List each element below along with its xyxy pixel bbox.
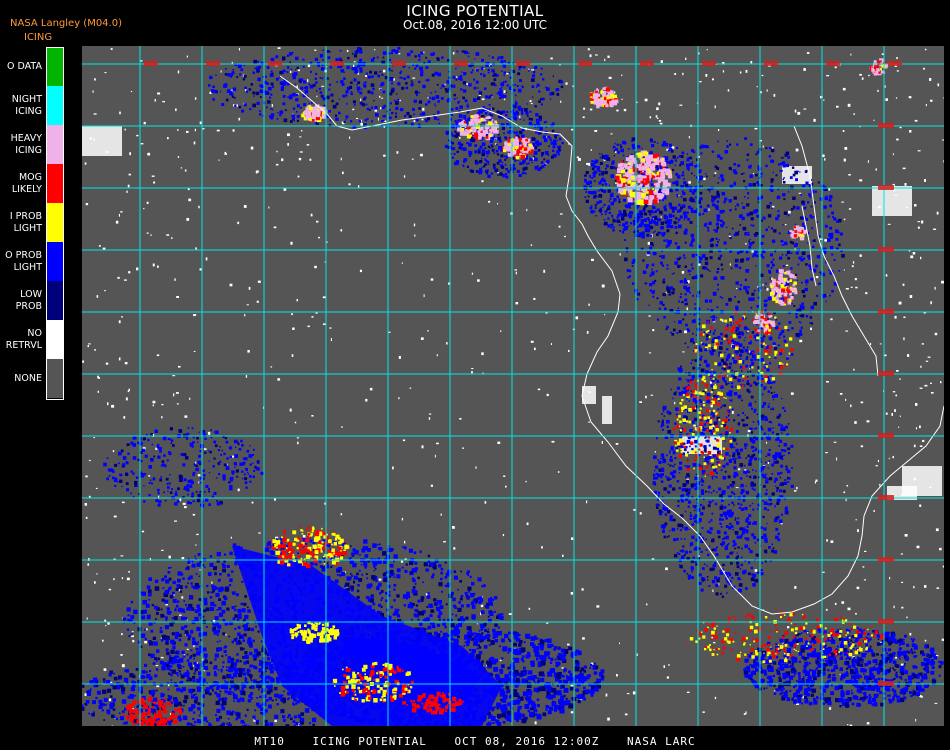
- legend-swatch: [46, 320, 64, 359]
- legend-label: O PROB LIGHT: [5, 249, 42, 273]
- legend-label: NO RETRVL: [5, 327, 42, 351]
- icing-map: [82, 46, 944, 726]
- legend-label: NIGHT ICING: [11, 93, 42, 117]
- legend-label: MOG LIKELY: [11, 171, 42, 195]
- legend-item: NO RETRVL: [0, 320, 66, 359]
- legend-swatch: [46, 203, 64, 242]
- legend-item: LOW PROB: [0, 281, 66, 320]
- legend-item: MOG LIKELY: [0, 164, 66, 203]
- legend-item: HEAVY ICING: [0, 125, 66, 164]
- legend-title: ICING: [24, 32, 53, 43]
- map-datetime: Oct.08, 2016 12:00 UTC: [403, 18, 547, 32]
- legend-label: O DATA: [7, 60, 42, 72]
- footer-datetime: OCT 08, 2016 12:00Z: [454, 735, 600, 748]
- legend-swatch: [46, 86, 64, 125]
- legend-swatch: [46, 125, 64, 164]
- legend-label: LOW PROB: [15, 288, 42, 312]
- legend-label: NONE: [14, 372, 42, 384]
- legend-swatch: [46, 281, 64, 320]
- legend-item: O PROB LIGHT: [0, 242, 66, 281]
- legend-item: NIGHT ICING: [0, 86, 66, 125]
- footer-caption: MT10 ICING POTENTIAL OCT 08, 2016 12:00Z…: [0, 735, 950, 748]
- legend-swatch: [46, 242, 64, 281]
- footer-name: ICING POTENTIAL: [312, 735, 427, 748]
- legend-swatch: [46, 47, 64, 86]
- legend-item: O DATA: [0, 47, 66, 86]
- legend-swatch: [46, 164, 64, 203]
- legend-swatch: [46, 359, 64, 398]
- footer-agency: NASA LARC: [626, 735, 696, 748]
- footer-product: MT10: [254, 735, 285, 748]
- legend-item: I PROB LIGHT: [0, 203, 66, 242]
- producer-label: NASA Langley (M04.0): [10, 18, 122, 29]
- legend-item: NONE: [0, 359, 66, 398]
- legend-label: HEAVY ICING: [10, 132, 42, 156]
- legend-label: I PROB LIGHT: [9, 210, 42, 234]
